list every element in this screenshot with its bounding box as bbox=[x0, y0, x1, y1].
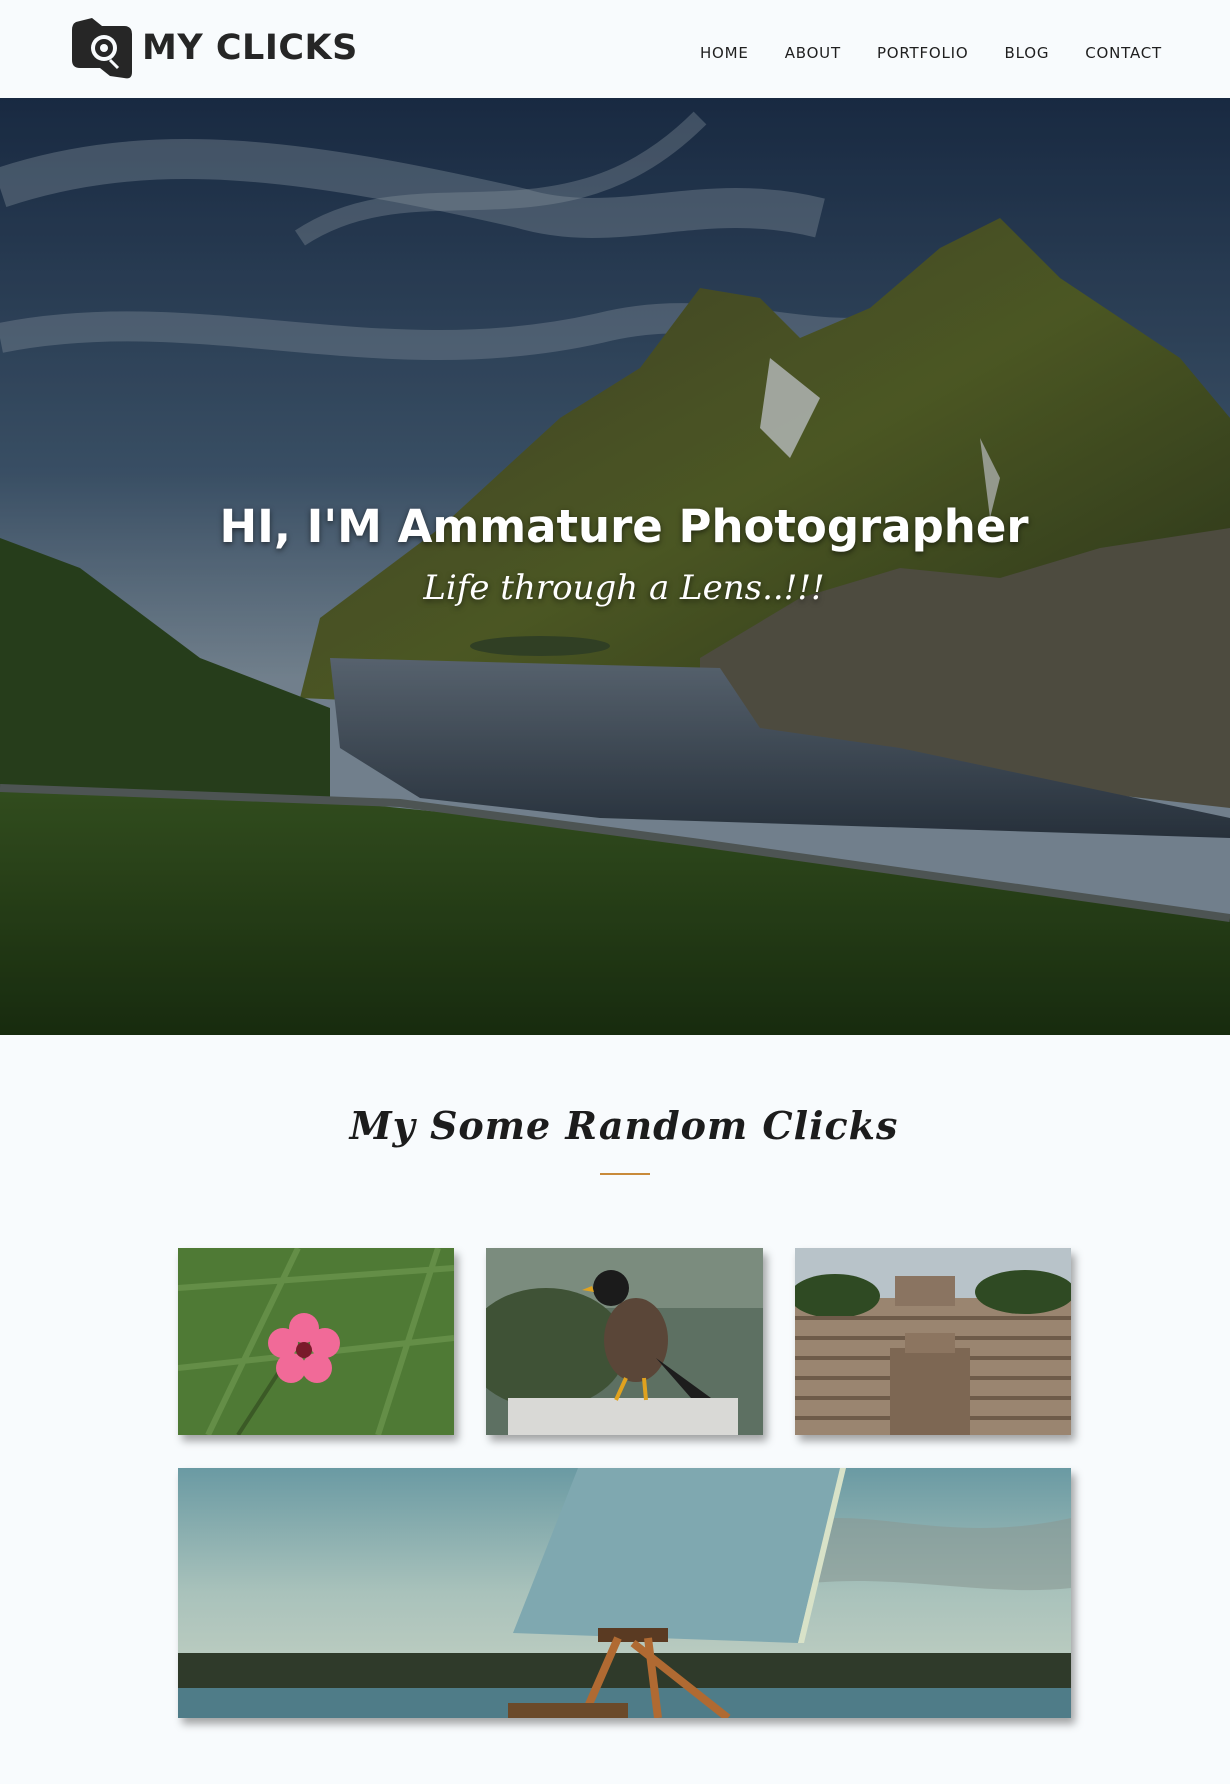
site-header: MY CLICKS HOME ABOUT PORTFOLIO BLOG CONT… bbox=[0, 0, 1230, 98]
easel-image bbox=[178, 1468, 1071, 1718]
camera-logo-icon bbox=[72, 18, 132, 79]
site-logo[interactable]: MY CLICKS bbox=[70, 16, 358, 80]
nav-about-link[interactable]: ABOUT bbox=[785, 44, 841, 62]
nav-contact-link[interactable]: CONTACT bbox=[1085, 44, 1162, 62]
main-nav: HOME ABOUT PORTFOLIO BLOG CONTACT bbox=[700, 44, 1162, 62]
gallery-photo-flower[interactable] bbox=[178, 1248, 454, 1435]
title-divider bbox=[600, 1173, 650, 1175]
flower-image bbox=[178, 1248, 454, 1435]
nav-blog-link[interactable]: BLOG bbox=[1005, 44, 1050, 62]
stepwell-image bbox=[795, 1248, 1071, 1435]
gallery-title: My Some Random Clicks bbox=[349, 1103, 899, 1148]
nav-home-link[interactable]: HOME bbox=[700, 44, 749, 62]
brand-name: MY CLICKS bbox=[142, 28, 358, 68]
hero-landscape-image bbox=[0, 98, 1230, 1035]
bird-image bbox=[486, 1248, 763, 1435]
hero-title: HI, I'M Ammature Photographer bbox=[219, 500, 1029, 553]
gallery-photo-bird[interactable] bbox=[486, 1248, 763, 1435]
gallery-photo-easel[interactable] bbox=[178, 1468, 1071, 1718]
gallery-photo-stepwell[interactable] bbox=[795, 1248, 1071, 1435]
nav-portfolio-link[interactable]: PORTFOLIO bbox=[877, 44, 969, 62]
hero-banner: HI, I'M Ammature Photographer Life throu… bbox=[0, 98, 1230, 1035]
hero-subtitle: Life through a Lens..!!! bbox=[423, 568, 825, 608]
